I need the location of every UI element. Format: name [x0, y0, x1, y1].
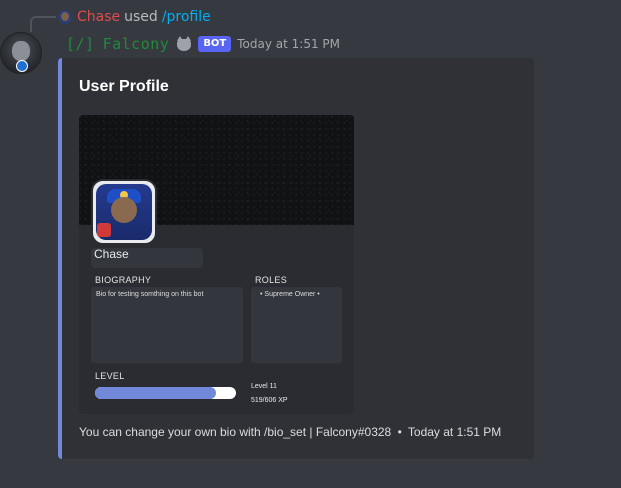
reply-reference[interactable]: Chase used /profile — [58, 8, 211, 26]
reply-connector — [30, 16, 56, 32]
embed-footer: You can change your own bio with /bio_se… — [79, 425, 501, 439]
level-label: LEVEL — [95, 371, 125, 381]
profile-card-image[interactable]: Chase BIOGRAPHY Bio for testing somthing… — [79, 115, 354, 414]
author-name: Falcony — [102, 35, 170, 53]
author-avatar[interactable] — [0, 32, 42, 74]
profile-avatar — [91, 179, 157, 245]
roles-text: • Supreme Owner • — [260, 291, 320, 298]
xp-text: 519/606 XP — [251, 397, 288, 404]
reply-command[interactable]: /profile — [162, 9, 211, 25]
reply-avatar-icon[interactable] — [58, 10, 72, 24]
biography-text: Bio for testing somthing on this bot — [96, 291, 204, 298]
footer-separator: • — [397, 425, 402, 439]
wolf-emoji-icon — [175, 36, 193, 52]
xp-progress-fill — [95, 387, 216, 399]
profile-name: Chase — [94, 247, 129, 261]
roles-box — [251, 287, 342, 363]
avatar-badge-icon — [16, 60, 28, 72]
roles-label: ROLES — [255, 275, 288, 285]
footer-timestamp: Today at 1:51 PM — [407, 425, 502, 439]
message-timestamp[interactable]: Today at 1:51 PM — [237, 37, 340, 51]
reply-username[interactable]: Chase — [77, 9, 120, 25]
author-username[interactable]: [/] Falcony — [66, 35, 169, 53]
author-bracket: [/] — [66, 35, 95, 53]
biography-label: BIOGRAPHY — [95, 275, 152, 285]
level-text: Level 11 — [251, 383, 277, 390]
bot-tag: BOT — [198, 36, 232, 52]
reply-action: used — [124, 9, 158, 25]
footer-text: You can change your own bio with /bio_se… — [79, 425, 392, 439]
embed: User Profile Chase BIOGRAPHY Bio for tes… — [58, 58, 534, 459]
xp-progress-bar — [95, 387, 236, 399]
embed-title: User Profile — [79, 78, 169, 95]
avatar-face-icon — [12, 41, 30, 61]
message-header: [/] Falcony BOT Today at 1:51 PM — [66, 34, 340, 54]
